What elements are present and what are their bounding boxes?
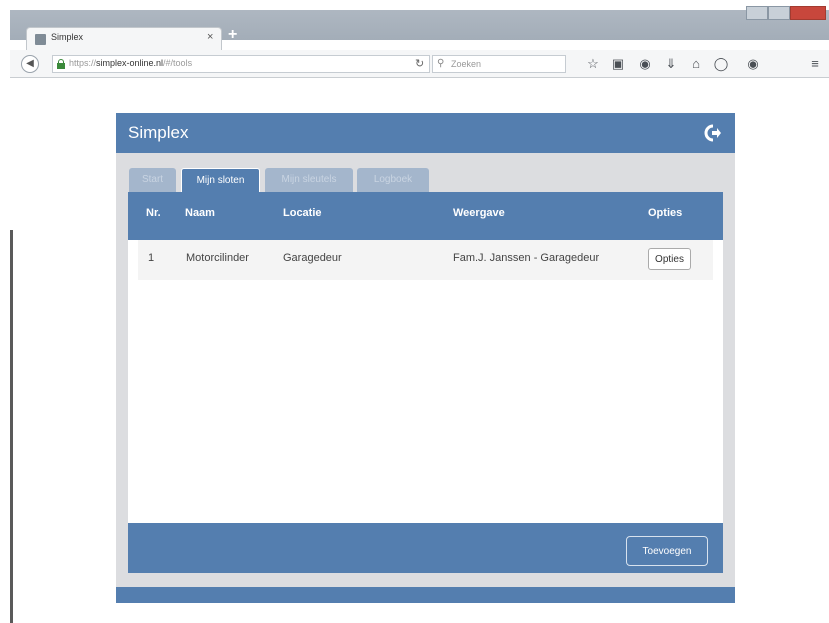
tab-logboek[interactable]: Logboek — [357, 168, 429, 192]
bottom-bar — [116, 587, 735, 603]
table-header: Nr. Naam Locatie Weergave Opties — [128, 192, 723, 240]
extension-icon[interactable]: ◉ — [744, 55, 762, 73]
browser-tab-title: Simplex — [51, 32, 84, 42]
pocket-icon[interactable]: ◉ — [636, 55, 654, 73]
header-nr: Nr. — [146, 207, 161, 219]
header-locatie: Locatie — [283, 207, 322, 219]
window-controls — [746, 6, 826, 20]
reload-icon[interactable]: ↻ — [415, 57, 424, 70]
tab-mijn-sloten[interactable]: Mijn sloten — [181, 168, 260, 192]
table-row: 1 Motorcilinder Garagedeur Fam.J. Jansse… — [138, 240, 713, 280]
cell-locatie: Garagedeur — [283, 252, 342, 264]
window-edge — [10, 230, 13, 623]
cell-weergave: Fam.J. Janssen - Garagedeur — [453, 252, 600, 264]
download-icon[interactable]: ⇓ — [662, 55, 680, 73]
app-title: Simplex — [128, 123, 189, 142]
cell-naam: Motorcilinder — [186, 252, 249, 264]
tab-start[interactable]: Start — [129, 168, 176, 192]
maximize-button[interactable] — [768, 6, 790, 20]
add-button[interactable]: Toevoegen — [626, 536, 708, 566]
header-weergave: Weergave — [453, 207, 505, 219]
tab-label: Logboek — [373, 174, 413, 185]
locks-panel: Nr. Naam Locatie Weergave Opties 1 Motor… — [128, 192, 723, 573]
panel-footer: Toevoegen — [128, 523, 723, 573]
reading-list-icon[interactable]: ▣ — [609, 55, 627, 73]
header-opties: Opties — [648, 207, 683, 219]
search-icon: ⚲ — [437, 58, 445, 69]
lock-icon — [57, 59, 65, 69]
bookmark-star-icon[interactable]: ☆ — [584, 55, 602, 73]
home-icon[interactable]: ⌂ — [687, 55, 705, 73]
search-input[interactable]: ⚲ Zoeken — [432, 55, 566, 73]
row-options-button[interactable]: Opties — [648, 248, 691, 270]
tab-label: Start — [141, 174, 164, 185]
back-arrow-icon[interactable]: ◀ — [21, 55, 39, 73]
chat-icon[interactable]: ◯ — [712, 55, 730, 73]
app-header: Simplex — [116, 113, 735, 153]
cell-nr: 1 — [148, 252, 155, 264]
search-placeholder: Zoeken — [451, 59, 482, 69]
browser-tab[interactable]: Simplex × — [26, 27, 222, 51]
menu-icon[interactable]: ≡ — [806, 55, 824, 73]
tab-label: Mijn sloten — [196, 175, 245, 186]
minimize-button[interactable] — [746, 6, 768, 20]
address-bar[interactable]: https://simplex-online.nl/#/tools ↻ — [52, 55, 430, 73]
favicon-icon — [35, 34, 46, 45]
logout-icon[interactable] — [704, 124, 722, 142]
tab-label: Mijn sleutels — [281, 174, 337, 185]
header-naam: Naam — [185, 207, 215, 219]
tab-mijn-sleutels[interactable]: Mijn sleutels — [265, 168, 353, 192]
url-text: https://simplex-online.nl/#/tools — [69, 58, 193, 68]
close-tab-icon[interactable]: × — [207, 31, 213, 43]
new-tab-button[interactable]: + — [228, 26, 237, 44]
close-window-button[interactable] — [790, 6, 826, 20]
